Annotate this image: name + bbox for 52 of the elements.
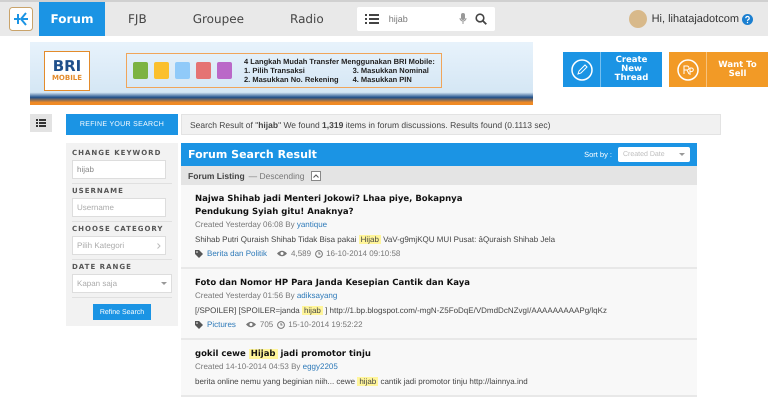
post-title[interactable]: Najwa Shihab jadi Menteri Jokowi? Lhaa piye, Bokapnya Pendukung Syiah gitu! Anaknya? <box>195 193 485 219</box>
nav-tab[interactable]: FJB <box>105 2 170 36</box>
post-created: Created Yesterday 06:08 By <box>195 220 295 229</box>
tag-icon <box>195 320 203 328</box>
eye-icon <box>246 321 256 328</box>
listing-order: — Descending <box>248 170 304 180</box>
category-link[interactable]: Pictures <box>207 320 236 329</box>
post-created: Created Yesterday 01:56 By <box>195 291 295 300</box>
author-link[interactable]: yantique <box>296 220 328 229</box>
post-created: Created 14-10-2014 04:53 By <box>195 362 300 371</box>
collapse-icon[interactable] <box>311 170 322 180</box>
tag-icon <box>195 250 203 258</box>
clock-icon <box>315 250 324 258</box>
post-date: 16-10-2014 09:10:58 <box>326 249 400 258</box>
search-summary: Search Result of "hijab" We found 1,319 items in forum discussions. Results found (0.1113 sec) <box>181 114 721 135</box>
post-date: 15-10-2014 19:52:22 <box>288 320 363 329</box>
caret-icon <box>679 153 685 156</box>
listing-label: Forum Listing <box>188 170 245 180</box>
post-snippet: berita online nemu yang beginian niih... cewe hijab cantik jadi promotor tinju http://lainnya.ind <box>195 377 529 386</box>
action-button[interactable]: Create New Thread <box>563 52 662 87</box>
date-dropdown[interactable]: Kapan saja <box>72 274 172 293</box>
nav-tab[interactable]: Forum <box>39 2 105 36</box>
input-field[interactable]: hijab <box>72 160 166 179</box>
search-icon[interactable] <box>474 13 487 25</box>
caret-icon <box>161 282 167 285</box>
microphone-icon[interactable] <box>458 13 467 25</box>
chevron-icon <box>157 242 161 248</box>
user-greeting[interactable]: Hi, lihatajadotcom <box>652 13 739 25</box>
logo-icon[interactable] <box>9 7 33 31</box>
clock-icon <box>277 320 286 328</box>
author-link[interactable]: eggy2205 <box>302 362 338 371</box>
post-title[interactable]: Foto dan Nomor HP Para Janda Kesepian Cantik dan Kaya <box>195 277 485 290</box>
post-snippet: [/SPOILER] [SPOILER=janda hijab ] http://1.bp.blogspot.com/-mgN-Z5FoDqE/VDmdDcNZvgI/AAAAAAAAAPg/lqKz <box>195 306 608 315</box>
post-title[interactable]: gokil cewe Hijab jadi promotor tinju <box>195 348 485 361</box>
nav-tab[interactable]: Radio <box>267 2 347 36</box>
pencil-icon <box>570 58 592 80</box>
menu-icon[interactable] <box>30 114 52 132</box>
nav-tab[interactable]: Groupee <box>170 2 267 36</box>
input-field[interactable]: Username <box>72 198 166 217</box>
post-snippet: Shihab Putri Quraish Shihab Tidak Bisa pakai Hijab VaV-g9mjKQU MUI Pusat: âQuraish Shihab Jela <box>195 235 556 244</box>
currency-icon <box>676 58 698 80</box>
author-link[interactable]: adiksayang <box>296 291 338 300</box>
category-select[interactable]: Pilih Kategori <box>72 236 166 255</box>
help-icon[interactable] <box>742 14 753 24</box>
results-title: Forum Search Result <box>188 148 317 161</box>
view-count: 4,589 <box>291 249 312 258</box>
action-button[interactable]: Want To Sell <box>669 52 768 87</box>
eye-icon <box>277 250 288 257</box>
view-count: 705 <box>260 320 274 329</box>
category-link[interactable]: Berita dan Politik <box>207 249 268 258</box>
brand-name: BRI <box>52 59 82 74</box>
list-icon[interactable] <box>364 13 379 25</box>
